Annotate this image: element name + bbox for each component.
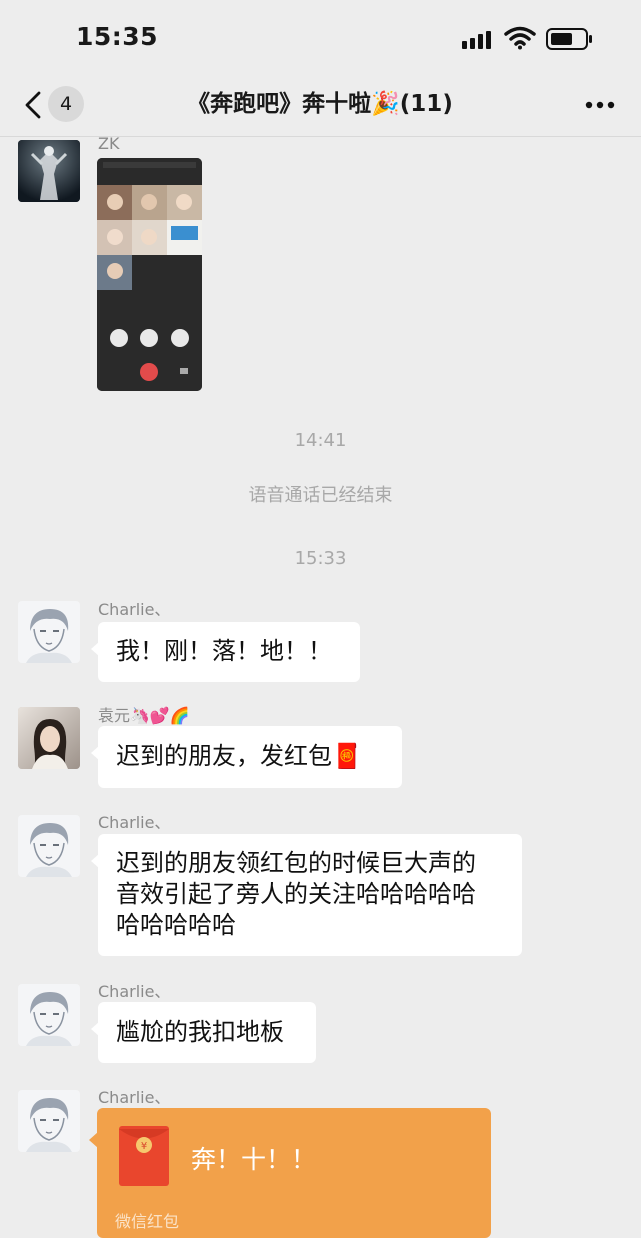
chat-header: 4 《奔跑吧》奔十啦🎉(11)	[0, 78, 641, 137]
message-text: 尴尬的我扣地板	[116, 1018, 284, 1046]
unread-count-badge[interactable]: 4	[48, 86, 84, 122]
avatar-zk[interactable]	[18, 140, 80, 202]
timestamp: 14:41	[294, 430, 347, 451]
chevron-left-icon[interactable]	[22, 90, 44, 120]
battery-icon	[546, 28, 592, 50]
message-bubble[interactable]: 迟到的朋友领红包的时候巨大声的 音效引起了旁人的关注哈哈哈哈哈 哈哈哈哈哈	[91, 834, 522, 956]
svg-text:¥: ¥	[141, 1141, 147, 1152]
shared-screenshot-image[interactable]	[97, 158, 202, 391]
status-time: 15:35	[76, 22, 159, 51]
sender-name: 袁元🦄💕🌈	[98, 706, 190, 725]
avatar-charlie[interactable]	[18, 815, 80, 877]
sender-name: Charlie、	[98, 600, 171, 619]
avatar-charlie[interactable]	[18, 1090, 80, 1152]
wifi-icon	[504, 26, 536, 50]
message-text-line: 哈哈哈哈哈	[116, 911, 236, 939]
sender-name: ZK	[98, 134, 120, 153]
sender-name: Charlie、	[98, 1088, 171, 1107]
avatar-charlie[interactable]	[18, 601, 80, 663]
message-text: 迟到的朋友，发红包🧧	[116, 742, 362, 770]
message-text-line: 音效引起了旁人的关注哈哈哈哈哈	[116, 880, 476, 908]
message-bubble[interactable]: 迟到的朋友，发红包🧧	[91, 726, 402, 788]
message-text-line: 迟到的朋友领红包的时候巨大声的	[116, 849, 476, 877]
status-bar: 15:35	[0, 0, 641, 78]
message-text: 我！刚！落！地！！	[116, 637, 332, 665]
message-bubble[interactable]: 我！刚！落！地！！	[91, 622, 360, 682]
timestamp: 15:33	[294, 548, 347, 569]
more-dots-icon[interactable]	[584, 100, 616, 110]
avatar-yuanyuan[interactable]	[18, 707, 80, 769]
red-packet-greeting: 奔！十！！	[191, 1145, 317, 1174]
sender-name: Charlie、	[98, 813, 171, 832]
cellular-signal-icon	[462, 31, 491, 49]
red-packet-message[interactable]: ¥ 奔！十！！ 微信红包	[89, 1108, 491, 1238]
avatar-charlie[interactable]	[18, 984, 80, 1046]
system-message: 语音通话已经结束	[248, 485, 393, 506]
red-packet-icon: ¥	[119, 1126, 169, 1186]
message-bubble[interactable]: 尴尬的我扣地板	[91, 1002, 316, 1063]
chat-title: 《奔跑吧》奔十啦🎉(11)	[187, 91, 453, 117]
sender-name: Charlie、	[98, 982, 171, 1001]
red-packet-label: 微信红包	[115, 1212, 180, 1231]
